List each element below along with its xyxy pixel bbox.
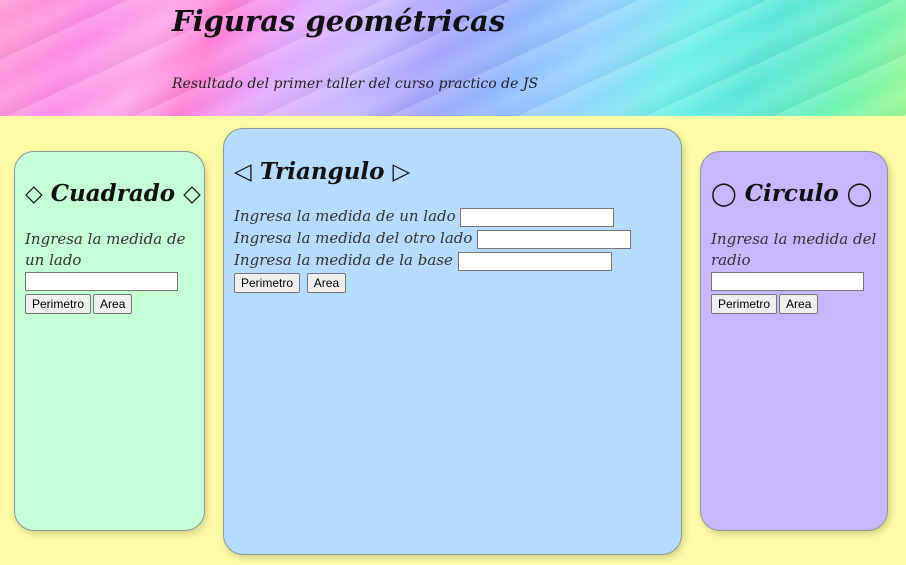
page-title: Figuras geométricas [172,4,506,38]
square-perimeter-button[interactable]: Perimetro [25,293,92,314]
circle-button-row: Perimetro Area [711,293,877,314]
circle-perimeter-button[interactable]: Perimetro [711,293,778,314]
circle-radius-input[interactable] [711,272,864,291]
square-button-row: Perimetro Area [25,293,194,314]
triangle-side1-input[interactable] [460,207,615,227]
square-side-input[interactable] [25,272,178,291]
triangle-title: ◁ Triangulo ▷ [234,158,411,185]
circle-area-button[interactable]: Area [779,293,819,314]
square-side-label: Ingresa la medida de un lado [25,230,186,269]
circle-radius-label: Ingresa la medida del radio [711,230,877,269]
square-title: ◇ Cuadrado ◇ [25,180,201,207]
triangle-perimeter-button[interactable]: Perimetro [234,273,301,293]
header-banner: Figuras geométricas Resultado del primer… [0,0,906,116]
triangle-base-input[interactable] [457,251,612,271]
square-area-button[interactable]: Area [93,293,133,314]
page-subtitle: Resultado del primer taller del curso pr… [172,76,539,92]
triangle-side1-label: Ingresa la medida de un lado [234,207,456,225]
triangle-side2-label: Ingresa la medida del otro lado [234,229,473,247]
triangle-card: ◁ Triangulo ▷ Ingresa la medida de un la… [223,128,682,555]
square-card: ◇ Cuadrado ◇ Ingresa la medida de un lad… [14,151,205,531]
triangle-base-label: Ingresa la medida de la base [234,251,453,269]
triangle-form: Ingresa la medida de un lado Ingresa la … [234,205,671,293]
triangle-side2-input[interactable] [477,229,632,249]
circle-card: ◯ Circulo ◯ Ingresa la medida del radio … [700,151,888,531]
triangle-area-button[interactable]: Area [306,273,347,293]
circle-title: ◯ Circulo ◯ [711,180,873,207]
